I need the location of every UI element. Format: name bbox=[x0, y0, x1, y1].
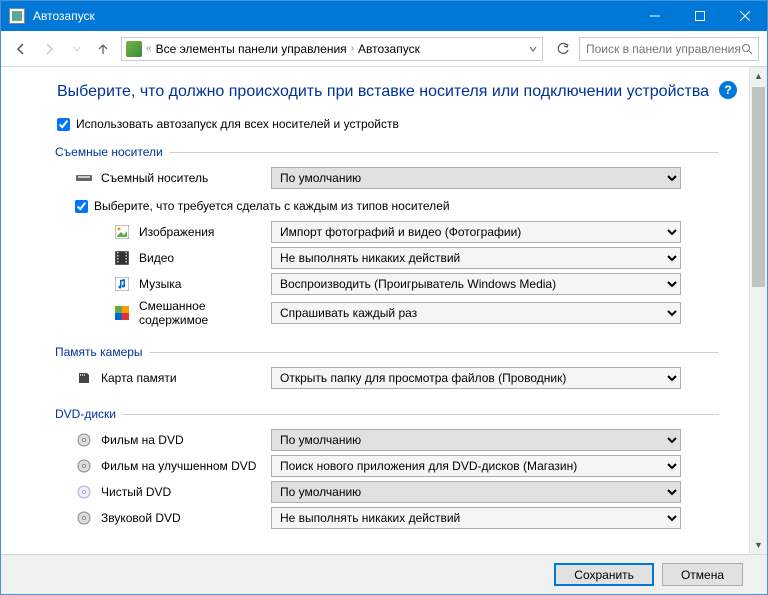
dvd-movie-select[interactable]: По умолчанию bbox=[271, 429, 681, 451]
dvd-enhanced-label: Фильм на улучшенном DVD bbox=[101, 459, 271, 473]
scroll-up-icon[interactable]: ▲ bbox=[750, 67, 767, 85]
search-icon bbox=[741, 43, 753, 55]
row-dvd-movie: Фильм на DVD По умолчанию bbox=[57, 429, 719, 451]
removable-drive-label: Съемный носитель bbox=[101, 171, 271, 185]
row-music: Музыка Воспроизводить (Проигрыватель Win… bbox=[57, 273, 719, 295]
images-select[interactable]: Импорт фотографий и видео (Фотографии) bbox=[271, 221, 681, 243]
use-autoplay-checkbox-row: Использовать автозапуск для всех носител… bbox=[57, 117, 719, 131]
music-label: Музыка bbox=[139, 277, 271, 291]
cancel-button[interactable]: Отмена bbox=[662, 563, 743, 586]
page-title: Выберите, что должно происходить при вст… bbox=[57, 83, 719, 101]
row-video: Видео Не выполнять никаких действий bbox=[57, 247, 719, 269]
title-bar: Автозапуск bbox=[1, 1, 767, 31]
disc-icon bbox=[75, 458, 93, 474]
row-dvd-audio: Звуковой DVD Не выполнять никаких действ… bbox=[57, 507, 719, 529]
camera-card-select[interactable]: Открыть папку для просмотра файлов (Пров… bbox=[271, 367, 681, 389]
use-autoplay-checkbox[interactable] bbox=[57, 118, 70, 131]
images-label: Изображения bbox=[139, 225, 271, 239]
forward-button[interactable] bbox=[37, 37, 61, 61]
app-icon bbox=[9, 8, 25, 24]
save-button[interactable]: Сохранить bbox=[554, 563, 654, 586]
footer: Сохранить Отмена bbox=[1, 554, 767, 594]
dvd-movie-label: Фильм на DVD bbox=[101, 433, 271, 447]
mixed-label: Смешанное содержимое bbox=[139, 299, 271, 327]
nav-bar: « Все элементы панели управления › Автоз… bbox=[1, 31, 767, 67]
breadcrumb[interactable]: « Все элементы панели управления › Автоз… bbox=[121, 37, 543, 61]
group-camera: Память камеры bbox=[55, 345, 719, 359]
removable-drive-icon bbox=[75, 170, 93, 186]
memory-card-icon bbox=[75, 370, 93, 386]
breadcrumb-item-autoplay[interactable]: Автозапуск bbox=[358, 42, 420, 56]
group-dvd: DVD-диски bbox=[55, 407, 719, 421]
image-icon bbox=[113, 224, 131, 240]
dvd-audio-select[interactable]: Не выполнять никаких действий bbox=[271, 507, 681, 529]
recent-dropdown[interactable] bbox=[65, 37, 89, 61]
close-button[interactable] bbox=[722, 1, 767, 31]
dvd-blank-select[interactable]: По умолчанию bbox=[271, 481, 681, 503]
dvd-audio-label: Звуковой DVD bbox=[101, 511, 271, 525]
maximize-button[interactable] bbox=[677, 1, 722, 31]
music-select[interactable]: Воспроизводить (Проигрыватель Windows Me… bbox=[271, 273, 681, 295]
removable-drive-select[interactable]: По умолчанию bbox=[271, 167, 681, 189]
control-panel-icon bbox=[126, 41, 142, 57]
search-input[interactable] bbox=[586, 42, 741, 56]
row-removable-drive: Съемный носитель По умолчанию bbox=[57, 167, 719, 189]
row-dvd-enhanced: Фильм на улучшенном DVD Поиск нового при… bbox=[57, 455, 719, 477]
disc-icon bbox=[75, 432, 93, 448]
search-box[interactable] bbox=[579, 37, 759, 61]
per-type-label: Выберите, что требуется сделать с каждым… bbox=[94, 199, 450, 213]
disc-blank-icon bbox=[75, 484, 93, 500]
camera-card-label: Карта памяти bbox=[101, 371, 271, 385]
autoplay-settings-window: Автозапуск « Все элементы панели управле… bbox=[0, 0, 768, 595]
dvd-enhanced-select[interactable]: Поиск нового приложения для DVD-дисков (… bbox=[271, 455, 681, 477]
per-type-checkbox[interactable] bbox=[75, 200, 88, 213]
breadcrumb-item-all[interactable]: Все элементы панели управления bbox=[156, 42, 347, 56]
breadcrumb-dropdown[interactable] bbox=[528, 44, 538, 54]
breadcrumb-root-sep: « bbox=[146, 43, 152, 54]
per-type-checkbox-row: Выберите, что требуется сделать с каждым… bbox=[57, 199, 719, 213]
mixed-select[interactable]: Спрашивать каждый раз bbox=[271, 302, 681, 324]
video-label: Видео bbox=[139, 251, 271, 265]
scrollbar[interactable]: ▲ ▼ bbox=[749, 67, 767, 554]
disc-icon bbox=[75, 510, 93, 526]
help-button[interactable]: ? bbox=[719, 81, 737, 99]
video-select[interactable]: Не выполнять никаких действий bbox=[271, 247, 681, 269]
minimize-button[interactable] bbox=[632, 1, 677, 31]
use-autoplay-label: Использовать автозапуск для всех носител… bbox=[76, 117, 399, 131]
row-mixed: Смешанное содержимое Спрашивать каждый р… bbox=[57, 299, 719, 327]
video-icon bbox=[113, 250, 131, 266]
row-camera-card: Карта памяти Открыть папку для просмотра… bbox=[57, 367, 719, 389]
music-icon bbox=[113, 276, 131, 292]
row-images: Изображения Импорт фотографий и видео (Ф… bbox=[57, 221, 719, 243]
refresh-button[interactable] bbox=[551, 37, 575, 61]
up-button[interactable] bbox=[93, 39, 113, 59]
chevron-right-icon: › bbox=[351, 43, 354, 54]
content-area: ? Выберите, что должно происходить при в… bbox=[1, 67, 749, 554]
row-dvd-blank: Чистый DVD По умолчанию bbox=[57, 481, 719, 503]
window-title: Автозапуск bbox=[33, 9, 632, 23]
group-removable: Съемные носители bbox=[55, 145, 719, 159]
dvd-blank-label: Чистый DVD bbox=[101, 485, 271, 499]
scroll-thumb[interactable] bbox=[752, 87, 765, 287]
mixed-icon bbox=[113, 305, 131, 321]
scroll-down-icon[interactable]: ▼ bbox=[750, 536, 767, 554]
back-button[interactable] bbox=[9, 37, 33, 61]
